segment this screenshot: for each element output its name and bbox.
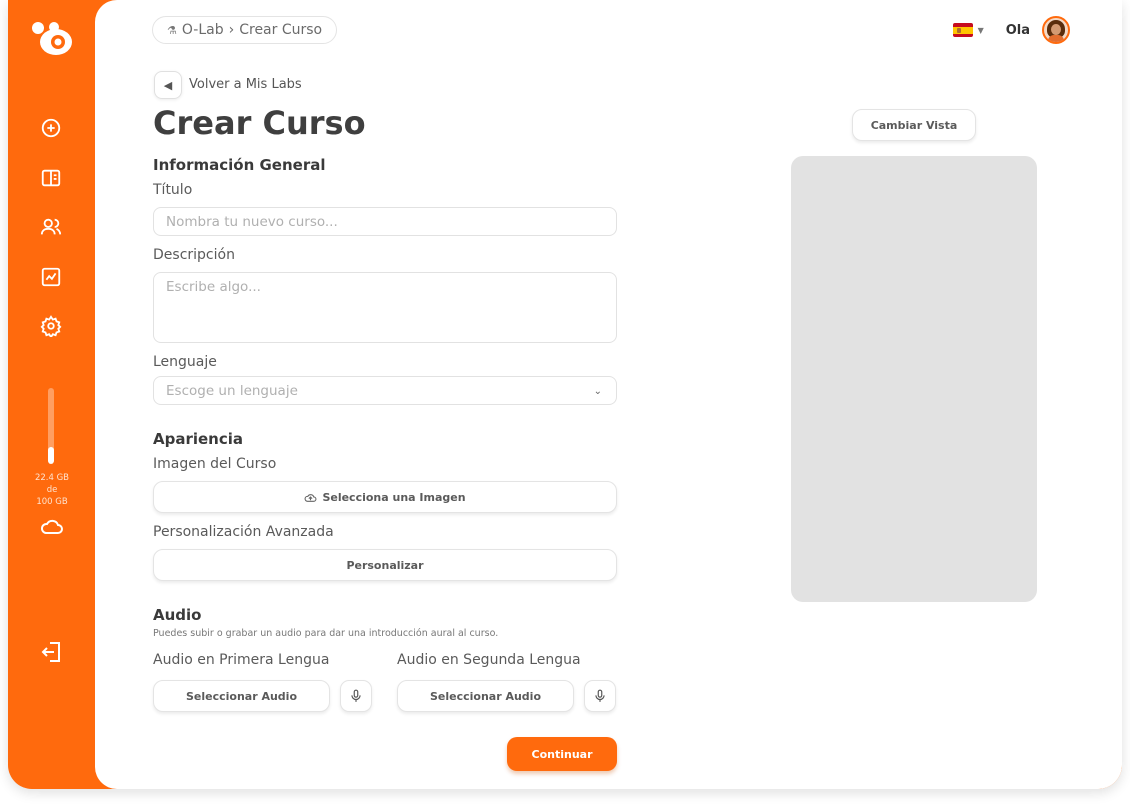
- chevron-left-icon: ◀: [163, 78, 173, 92]
- course-preview: [791, 156, 1037, 602]
- back-label[interactable]: Volver a Mis Labs: [189, 77, 302, 92]
- storage-bar: [48, 388, 54, 464]
- user-area: ▼ Ola: [952, 16, 1070, 44]
- storage-text: 22.4 GB de 100 GB: [26, 472, 78, 508]
- audio-first-label: Audio en Primera Lengua: [153, 652, 330, 668]
- continue-button[interactable]: Continuar: [507, 737, 617, 771]
- audio-note: Puedes subir o grabar un audio para dar …: [153, 628, 499, 639]
- cloud-icon: [40, 519, 63, 534]
- section-appearance: Apariencia: [153, 430, 244, 448]
- select-audio-first-button[interactable]: Seleccionar Audio: [153, 680, 330, 712]
- record-audio-first-button[interactable]: [340, 680, 372, 712]
- chevron-down-icon[interactable]: ▼: [978, 26, 984, 35]
- select-image-label: Selecciona una Imagen: [322, 490, 466, 504]
- breadcrumb-root[interactable]: O-Lab: [182, 22, 224, 38]
- main-panel: ⚗ O-Lab › Crear Curso ▼ Ola ◀ Volver a M…: [95, 0, 1122, 789]
- section-audio: Audio: [153, 606, 202, 624]
- storage-fill: [48, 446, 54, 464]
- users-icon: [40, 218, 62, 235]
- microphone-icon: [595, 689, 605, 702]
- breadcrumb: ⚗ O-Lab › Crear Curso: [152, 16, 338, 44]
- nav-courses[interactable]: [38, 165, 64, 191]
- app-frame: 22.4 GB de 100 GB ⚗ O-Lab › Crear Curso …: [8, 0, 1122, 789]
- customization-label: Personalización Avanzada: [153, 524, 334, 540]
- nav-users[interactable]: [38, 214, 64, 240]
- storage-of: de: [46, 485, 58, 495]
- record-audio-second-button[interactable]: [584, 680, 616, 712]
- title-label: Título: [153, 182, 193, 198]
- language-select-value: Escoge un lenguaje: [166, 382, 298, 399]
- back-button[interactable]: ◀: [154, 71, 182, 99]
- select-audio-second-button[interactable]: Seleccionar Audio: [397, 680, 574, 712]
- change-view-button[interactable]: Cambiar Vista: [852, 109, 976, 141]
- description-label: Descripción: [153, 247, 235, 263]
- nav-settings[interactable]: [38, 313, 64, 339]
- chart-icon: [41, 267, 61, 287]
- gear-icon: [40, 315, 62, 337]
- breadcrumb-separator: ›: [228, 22, 235, 38]
- plus-circle-icon: [41, 118, 61, 138]
- logout-icon[interactable]: [40, 640, 64, 664]
- customize-button[interactable]: Personalizar: [153, 549, 617, 581]
- description-textarea[interactable]: Escribe algo...: [153, 272, 617, 343]
- sidebar: 22.4 GB de 100 GB: [8, 0, 95, 789]
- storage-used: 22.4 GB: [34, 473, 70, 483]
- breadcrumb-current: Crear Curso: [239, 22, 323, 38]
- greeting: Ola: [1005, 22, 1030, 38]
- microphone-icon: [351, 689, 361, 702]
- select-image-button[interactable]: Selecciona una Imagen: [153, 481, 617, 513]
- book-icon: [41, 169, 61, 187]
- flask-icon: ⚗: [167, 23, 177, 37]
- chevron-down-icon: ⌄: [593, 386, 602, 397]
- nav-stats[interactable]: [38, 264, 64, 290]
- flag-spain-icon[interactable]: [952, 23, 973, 37]
- image-label: Imagen del Curso: [153, 456, 277, 472]
- storage-total: 100 GB: [36, 497, 68, 507]
- language-label: Lenguaje: [153, 354, 217, 370]
- nav-create[interactable]: [38, 115, 64, 141]
- cloud-upload-icon: [304, 493, 317, 502]
- page-title: Crear Curso: [153, 104, 366, 142]
- avatar[interactable]: [1042, 16, 1070, 44]
- title-input[interactable]: Nombra tu nuevo curso...: [153, 207, 617, 236]
- audio-second-label: Audio en Segunda Lengua: [397, 652, 581, 668]
- section-general: Información General: [153, 156, 326, 174]
- o-lab-logo[interactable]: [30, 20, 74, 60]
- language-select[interactable]: Escoge un lenguaje ⌄: [153, 376, 617, 405]
